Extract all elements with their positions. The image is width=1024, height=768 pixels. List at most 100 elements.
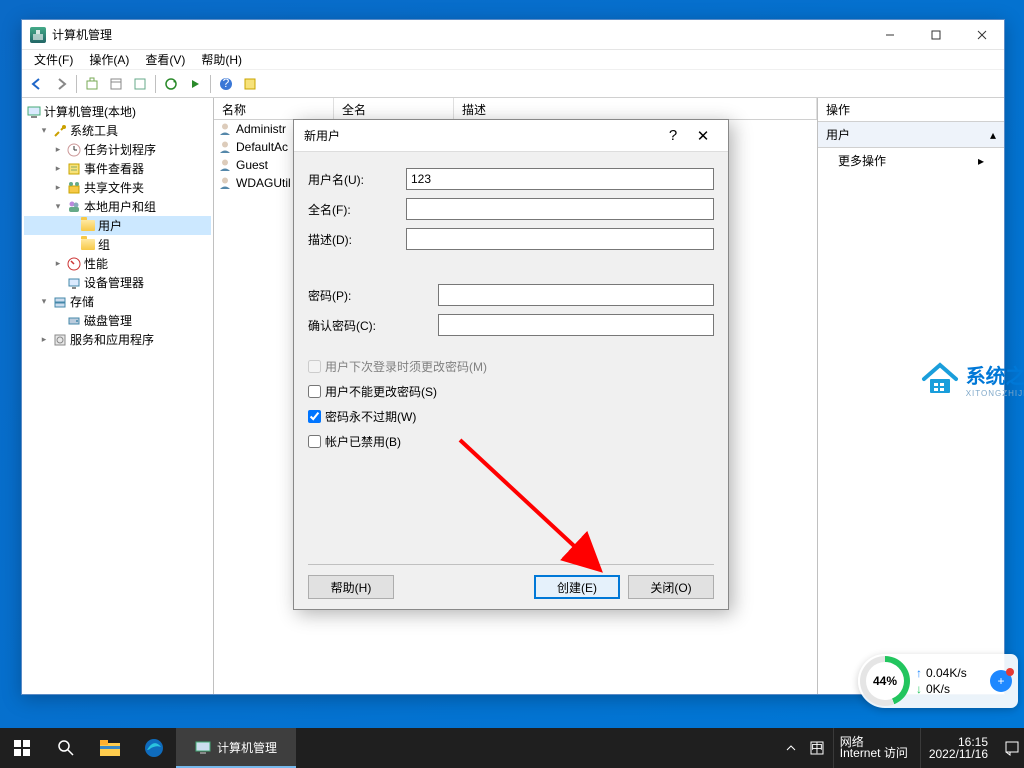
expander-icon[interactable]: ▸ [52, 144, 64, 156]
views-button[interactable] [105, 73, 127, 95]
up-button[interactable] [81, 73, 103, 95]
tree-disk-mgmt[interactable]: 磁盘管理 [24, 311, 211, 330]
chk-disabled-box[interactable] [308, 435, 321, 448]
app-icon [30, 27, 46, 43]
window-title: 计算机管理 [52, 26, 867, 43]
expander-icon[interactable]: ▸ [38, 334, 50, 346]
search-icon [57, 739, 75, 757]
shared-icon [66, 180, 82, 196]
export-button[interactable] [129, 73, 151, 95]
tray-chevron-up[interactable] [781, 728, 801, 768]
taskbar-edge[interactable] [132, 728, 176, 768]
storage-icon [52, 294, 68, 310]
user-icon [218, 140, 232, 154]
user-icon [218, 122, 232, 136]
tree-event-viewer[interactable]: ▸ 事件查看器 [24, 159, 211, 178]
action-more[interactable]: 更多操作 ▸ [818, 148, 1004, 173]
tray-clock[interactable]: 16:15 2022/11/16 [920, 728, 996, 768]
tray-notifications[interactable] [1002, 728, 1022, 768]
props-button[interactable] [239, 73, 261, 95]
start-button[interactable] [0, 728, 44, 768]
chk-never-expire-box[interactable] [308, 410, 321, 423]
meter-ring: 44% [860, 656, 910, 706]
folder-icon [100, 740, 120, 756]
svg-text:?: ? [223, 77, 230, 90]
maximize-button[interactable] [913, 20, 958, 49]
chk-disabled[interactable]: 帐户已禁用(B) [308, 433, 714, 450]
chk-cannot-change-box[interactable] [308, 385, 321, 398]
clock-icon [66, 142, 82, 158]
tree-groups[interactable]: 组 [24, 235, 211, 254]
chevron-right-icon: ▸ [978, 154, 984, 168]
expander-icon[interactable]: ▾ [38, 125, 50, 137]
run-button[interactable] [184, 73, 206, 95]
action-section-user[interactable]: 用户 ▴ [818, 122, 1004, 148]
device-icon [66, 275, 82, 291]
nav-forward-button[interactable] [50, 73, 72, 95]
disk-icon [66, 313, 82, 329]
titlebar: 计算机管理 [22, 20, 1004, 50]
house-icon [920, 361, 960, 397]
user-icon [218, 158, 232, 172]
expander-icon[interactable]: ▾ [38, 296, 50, 308]
tree-shared-folders[interactable]: ▸ 共享文件夹 [24, 178, 211, 197]
tree-task-scheduler[interactable]: ▸ 任务计划程序 [24, 140, 211, 159]
tree-system-tools[interactable]: ▾ 系统工具 [24, 121, 211, 140]
minimize-button[interactable] [867, 20, 912, 49]
toolbar: ? [22, 70, 1004, 98]
refresh-button[interactable] [160, 73, 182, 95]
chk-never-expire[interactable]: 密码永不过期(W) [308, 408, 714, 425]
meter-add-button[interactable]: + [990, 670, 1012, 692]
menu-file[interactable]: 文件(F) [26, 49, 81, 70]
expander-icon[interactable]: ▸ [52, 258, 64, 270]
expander-icon[interactable]: ▾ [52, 201, 64, 213]
close-button[interactable] [959, 20, 1004, 49]
taskbar-explorer[interactable] [88, 728, 132, 768]
help-button[interactable]: ? [215, 73, 237, 95]
tree-users[interactable]: 用户 [24, 216, 211, 235]
col-name[interactable]: 名称 [214, 98, 334, 119]
confirm-password-label: 确认密码(C): [308, 317, 406, 334]
help-button[interactable]: 帮助(H) [308, 575, 394, 599]
confirm-password-input[interactable] [438, 314, 714, 336]
menubar: 文件(F) 操作(A) 查看(V) 帮助(H) [22, 50, 1004, 70]
username-label: 用户名(U): [308, 171, 406, 188]
fullname-input[interactable] [406, 198, 714, 220]
menu-help[interactable]: 帮助(H) [193, 49, 250, 70]
network-meter[interactable]: 44% ↑0.04K/s ↓0K/s + [858, 654, 1018, 708]
menu-action[interactable]: 操作(A) [81, 49, 137, 70]
dialog-help-button[interactable]: ? [658, 127, 688, 144]
action-header: 操作 [818, 98, 1004, 122]
folder-icon [80, 218, 96, 234]
computer-icon [26, 104, 42, 120]
chk-must-change: 用户下次登录时须更改密码(M) [308, 358, 714, 375]
tray-network[interactable]: 网络 Internet 访问 [833, 728, 914, 768]
tree-root[interactable]: 计算机管理(本地) [24, 102, 211, 121]
username-input[interactable] [406, 168, 714, 190]
tree-performance[interactable]: ▸ 性能 [24, 254, 211, 273]
taskbar-app-computer-management[interactable]: 计算机管理 [176, 728, 296, 768]
chk-must-change-box [308, 360, 321, 373]
tree-storage[interactable]: ▾ 存储 [24, 292, 211, 311]
tree-device-manager[interactable]: 设备管理器 [24, 273, 211, 292]
dialog-close-button[interactable]: ✕ [688, 127, 718, 145]
col-desc[interactable]: 描述 [454, 98, 817, 119]
taskbar-search[interactable] [44, 728, 88, 768]
expander-icon[interactable]: ▸ [52, 182, 64, 194]
description-input[interactable] [406, 228, 714, 250]
fullname-label: 全名(F): [308, 201, 406, 218]
tree-services[interactable]: ▸ 服务和应用程序 [24, 330, 211, 349]
performance-icon [66, 256, 82, 272]
nav-back-button[interactable] [26, 73, 48, 95]
tree-local-users[interactable]: ▾ 本地用户和组 [24, 197, 211, 216]
chk-cannot-change[interactable]: 用户不能更改密码(S) [308, 383, 714, 400]
create-button[interactable]: 创建(E) [534, 575, 620, 599]
users-icon [66, 199, 82, 215]
expander-icon[interactable]: ▸ [52, 163, 64, 175]
close-button[interactable]: 关闭(O) [628, 575, 714, 599]
menu-view[interactable]: 查看(V) [137, 49, 193, 70]
col-fullname[interactable]: 全名 [334, 98, 454, 119]
navigation-tree[interactable]: 计算机管理(本地) ▾ 系统工具 ▸ 任务计划程序 ▸ 事件查看器 ▸ 共享文件… [22, 98, 214, 694]
password-input[interactable] [438, 284, 714, 306]
tray-ime[interactable]: 中 [807, 728, 827, 768]
